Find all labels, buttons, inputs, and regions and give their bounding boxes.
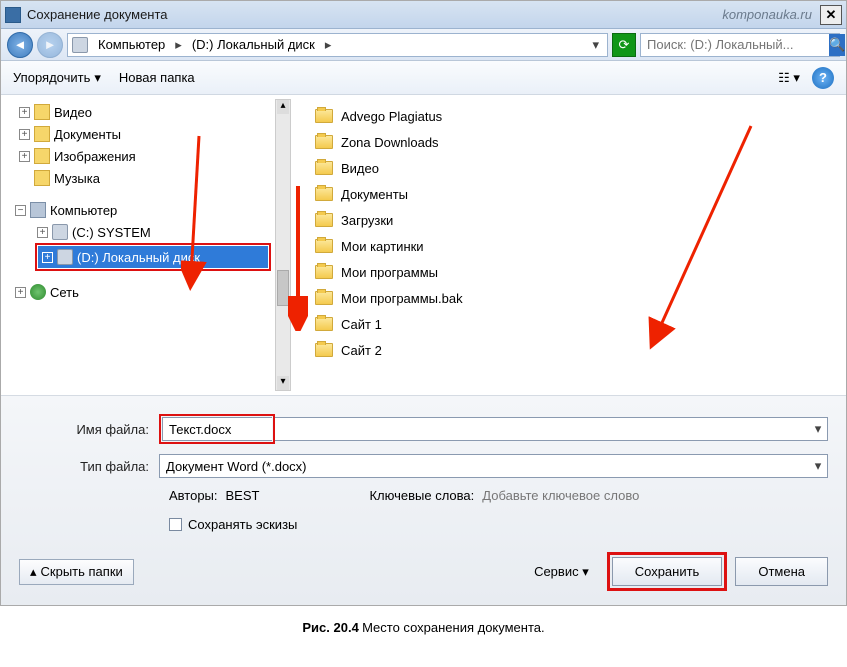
drive-icon bbox=[72, 37, 88, 53]
annotation-highlight-save: Сохранить bbox=[607, 552, 728, 591]
chevron-down-icon: ▾ bbox=[94, 70, 101, 86]
folder-icon bbox=[34, 126, 50, 142]
chevron-right-icon[interactable]: ▸ bbox=[325, 37, 332, 53]
search-box[interactable]: 🔍 bbox=[640, 33, 840, 57]
expand-icon[interactable]: + bbox=[42, 252, 53, 263]
help-button[interactable]: ? bbox=[812, 67, 834, 89]
folder-icon bbox=[315, 109, 333, 123]
chevron-up-icon: ▴ bbox=[30, 564, 37, 580]
folder-icon bbox=[315, 317, 333, 331]
scroll-down-icon[interactable]: ▾ bbox=[277, 376, 289, 390]
watermark: komponauka.ru bbox=[722, 7, 812, 22]
tree-item-network[interactable]: +Сеть bbox=[15, 281, 291, 303]
cancel-button[interactable]: Отмена bbox=[735, 557, 828, 586]
chevron-down-icon[interactable]: ▾ bbox=[809, 458, 827, 474]
window-title: Сохранение документа bbox=[27, 7, 722, 22]
toolbar: Упорядочить ▾ Новая папка ☷ ▾ ? bbox=[1, 61, 846, 95]
folder-icon bbox=[34, 104, 50, 120]
folder-icon bbox=[315, 161, 333, 175]
expand-icon[interactable]: + bbox=[19, 151, 30, 162]
list-item[interactable]: Загрузки bbox=[315, 207, 846, 233]
search-input[interactable] bbox=[641, 37, 829, 52]
list-item[interactable]: Мои программы.bak bbox=[315, 285, 846, 311]
tree-item-drive-d[interactable]: +(D:) Локальный диск bbox=[38, 246, 268, 268]
filetype-label: Тип файла: bbox=[19, 459, 159, 474]
filename-label: Имя файла: bbox=[19, 422, 159, 437]
tree-scrollbar[interactable]: ▴ ▾ bbox=[275, 99, 291, 391]
folder-icon bbox=[315, 239, 333, 253]
figure-caption: Рис. 20.4 Место сохранения документа. bbox=[0, 606, 847, 650]
scroll-thumb[interactable] bbox=[277, 270, 289, 306]
new-folder-button[interactable]: Новая папка bbox=[119, 70, 195, 85]
breadcrumb[interactable]: Компьютер ▸ (D:) Локальный диск ▸ ▾ bbox=[67, 33, 608, 57]
list-item[interactable]: Сайт 2 bbox=[315, 337, 846, 363]
tree-item-drive-c[interactable]: +(C:) SYSTEM bbox=[37, 221, 291, 243]
tree-item-video[interactable]: +Видео bbox=[19, 101, 291, 123]
tree-item-computer[interactable]: −Компьютер bbox=[15, 199, 291, 221]
expand-icon[interactable]: + bbox=[15, 287, 26, 298]
authors-value[interactable]: BEST bbox=[226, 488, 260, 503]
nav-tree: +Видео +Документы +Изображения +Музыка −… bbox=[1, 95, 291, 395]
close-button[interactable]: ✕ bbox=[820, 5, 842, 25]
folder-icon bbox=[34, 170, 50, 186]
hide-folders-button[interactable]: ▴Скрыть папки bbox=[19, 559, 134, 585]
save-button[interactable]: Сохранить bbox=[612, 557, 723, 586]
expand-icon[interactable]: + bbox=[19, 129, 30, 140]
drive-icon bbox=[57, 249, 73, 265]
forward-button[interactable]: ► bbox=[37, 32, 63, 58]
chevron-down-icon[interactable]: ▾ bbox=[809, 421, 827, 437]
folder-icon bbox=[315, 213, 333, 227]
expand-icon[interactable]: + bbox=[37, 227, 48, 238]
tools-menu[interactable]: Сервис ▾ bbox=[534, 564, 589, 580]
collapse-icon[interactable]: − bbox=[15, 205, 26, 216]
filetype-combo[interactable]: ▾ bbox=[159, 454, 828, 478]
list-item[interactable]: Мои картинки bbox=[315, 233, 846, 259]
list-item[interactable]: Видео bbox=[315, 155, 846, 181]
view-options-button[interactable]: ☷ ▾ bbox=[778, 67, 800, 89]
tree-item-documents[interactable]: +Документы bbox=[19, 123, 291, 145]
refresh-button[interactable]: ⟳ bbox=[612, 33, 636, 57]
folder-icon bbox=[315, 187, 333, 201]
titlebar: Сохранение документа komponauka.ru ✕ bbox=[1, 1, 846, 29]
folder-icon bbox=[315, 265, 333, 279]
annotation-highlight-tree: +(D:) Локальный диск bbox=[35, 243, 271, 271]
filename-combo[interactable]: ▾ bbox=[275, 417, 828, 441]
breadcrumb-dropdown[interactable]: ▾ bbox=[588, 37, 603, 53]
folder-icon bbox=[315, 291, 333, 305]
keywords-label: Ключевые слова: bbox=[369, 488, 474, 503]
chevron-right-icon[interactable]: ▸ bbox=[175, 37, 182, 53]
authors-label: Авторы: bbox=[169, 488, 218, 503]
keywords-value[interactable]: Добавьте ключевое слово bbox=[482, 488, 639, 503]
breadcrumb-seg-computer[interactable]: Компьютер bbox=[94, 37, 169, 52]
expand-icon[interactable]: + bbox=[19, 107, 30, 118]
file-list: Advego Plagiatus Zona Downloads Видео До… bbox=[291, 95, 846, 395]
bottom-pane: Имя файла: ▾ Тип файла: ▾ Авторы: BEST Кл… bbox=[1, 395, 846, 605]
search-icon[interactable]: 🔍 bbox=[829, 34, 845, 56]
organize-menu[interactable]: Упорядочить ▾ bbox=[13, 70, 101, 86]
network-icon bbox=[30, 284, 46, 300]
filetype-value[interactable] bbox=[160, 459, 809, 474]
list-item[interactable]: Advego Plagiatus bbox=[315, 103, 846, 129]
folder-icon bbox=[34, 148, 50, 164]
list-item[interactable]: Документы bbox=[315, 181, 846, 207]
thumbnails-label: Сохранять эскизы bbox=[188, 517, 297, 532]
folder-icon bbox=[315, 343, 333, 357]
tree-item-music[interactable]: +Музыка bbox=[19, 167, 291, 189]
app-icon bbox=[5, 7, 21, 23]
drive-icon bbox=[52, 224, 68, 240]
scroll-up-icon[interactable]: ▴ bbox=[277, 100, 289, 114]
list-item[interactable]: Zona Downloads bbox=[315, 129, 846, 155]
thumbnails-checkbox[interactable] bbox=[169, 518, 182, 531]
folder-icon bbox=[315, 135, 333, 149]
tree-item-images[interactable]: +Изображения bbox=[19, 145, 291, 167]
annotation-highlight-filename bbox=[159, 414, 275, 444]
back-button[interactable]: ◄ bbox=[7, 32, 33, 58]
computer-icon bbox=[30, 202, 46, 218]
nav-bar: ◄ ► Компьютер ▸ (D:) Локальный диск ▸ ▾ … bbox=[1, 29, 846, 61]
list-item[interactable]: Сайт 1 bbox=[315, 311, 846, 337]
list-item[interactable]: Мои программы bbox=[315, 259, 846, 285]
breadcrumb-seg-drive[interactable]: (D:) Локальный диск bbox=[188, 37, 319, 52]
